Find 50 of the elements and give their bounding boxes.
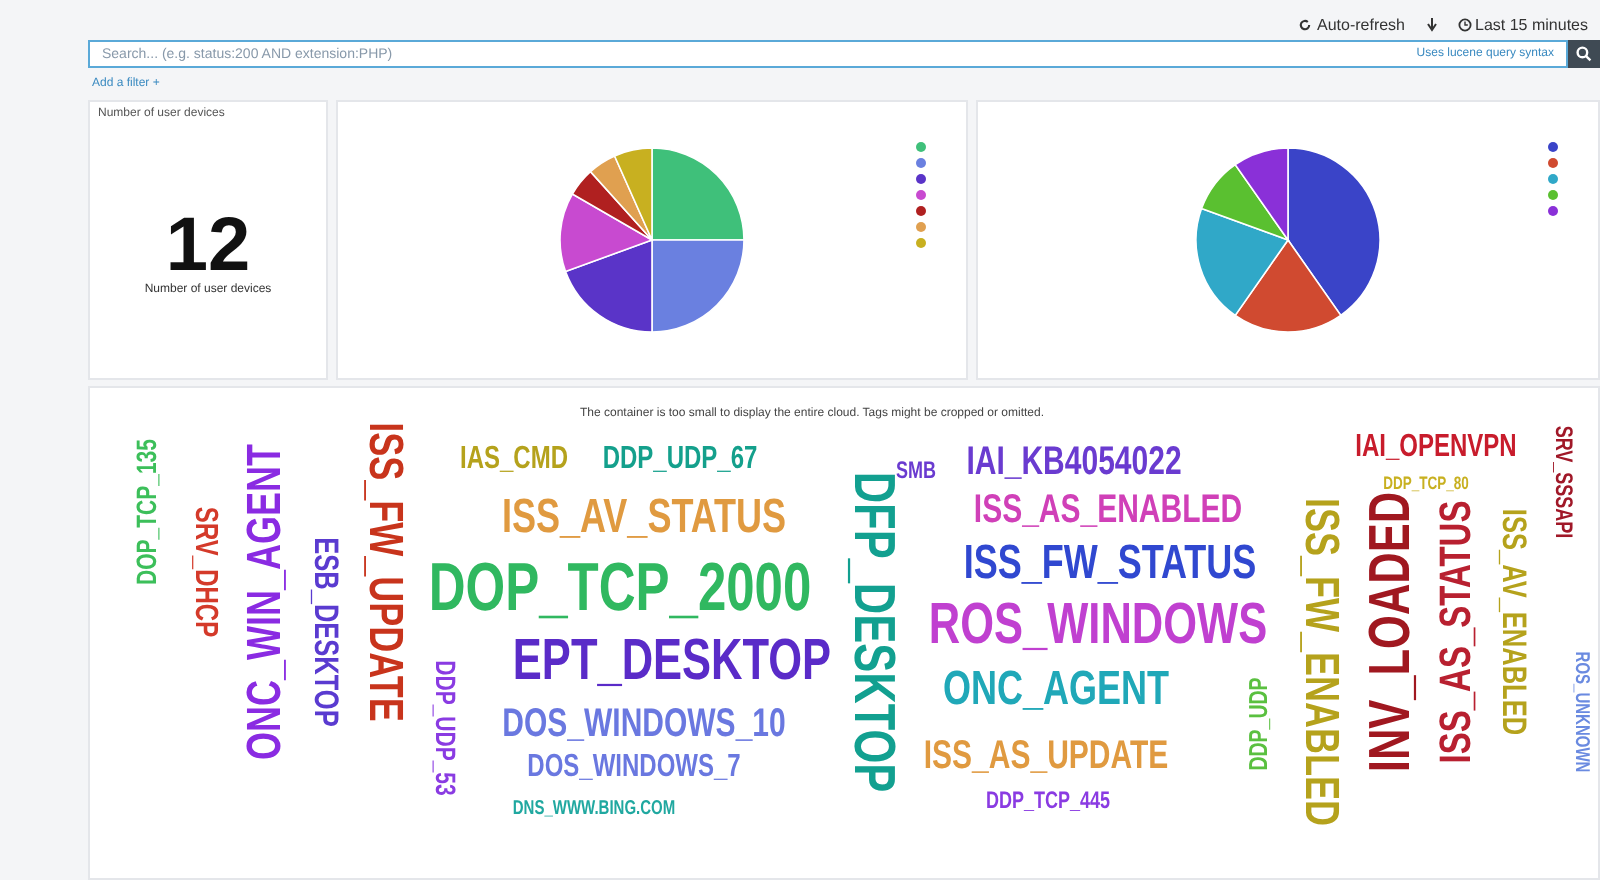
cloud-word: IAI_KB4054022 xyxy=(966,442,1182,482)
search-button[interactable] xyxy=(1568,40,1600,68)
cloud-word: ISS_AS_UPDATE xyxy=(923,736,1169,776)
cloud-word: ROS_WINDOWS xyxy=(928,597,1268,655)
legend-dot xyxy=(916,190,926,200)
cloud-word: SRV_DHCP xyxy=(188,506,220,638)
metric-value: 12 xyxy=(165,208,251,284)
cloud-word: ISS_FW_ENABLED xyxy=(1296,497,1344,827)
legend-dot xyxy=(916,238,926,248)
legend-dot xyxy=(916,158,926,168)
cloud-word: ISS_FW_STATUS xyxy=(963,540,1257,588)
legend-dot xyxy=(916,222,926,232)
legend-dot xyxy=(1548,174,1558,184)
legend-dot xyxy=(1548,158,1558,168)
cloud-word: DOP_TCP_135 xyxy=(132,439,160,585)
cloud-word: IAI_OPENVPN xyxy=(1355,432,1517,464)
time-range-button[interactable]: Last 15 minutes xyxy=(1457,16,1588,34)
refresh-icon xyxy=(1298,18,1313,32)
cloud-word: DDP_UDP_67 xyxy=(602,444,758,476)
legend-dot xyxy=(1548,206,1558,216)
cloud-word: EPT_DESKTOP xyxy=(512,633,832,691)
legend-dot xyxy=(1548,190,1558,200)
cloud-word: ISS_AS_ENABLED xyxy=(973,490,1243,530)
cloud-word: SRV_SSSAPI xyxy=(1552,425,1576,539)
cloud-word: ISS_AS_STATUS xyxy=(1434,500,1478,764)
cloud-word: ONC_WIN_AGENT xyxy=(242,444,290,760)
clock-icon xyxy=(1457,18,1472,32)
legend-dot xyxy=(916,142,926,152)
cloud-word: DNS_WWW.BING.COM xyxy=(512,800,676,820)
search-icon xyxy=(1576,46,1592,62)
legend-dot xyxy=(916,174,926,184)
cloud-word: INV_LOADED xyxy=(1363,491,1421,773)
cloud-word: ISS_FW_UPDATE xyxy=(360,422,408,722)
cloud-word: DDP_TCP_445 xyxy=(985,788,1111,812)
cloud-word: ONC_AGENT xyxy=(943,666,1169,714)
cloud-word: SMB xyxy=(896,458,936,482)
auto-refresh-button[interactable]: Auto-refresh xyxy=(1298,16,1406,34)
cloud-word: ESB_DESKTOP xyxy=(309,537,343,727)
cloud-word: DOP_TCP_2000 xyxy=(428,554,812,622)
cloud-word: ISS_AV_STATUS xyxy=(501,494,787,542)
cloud-word: DOS_WINDOWS_7 xyxy=(527,752,741,784)
cloud-word: DDP_TCP_80 xyxy=(1383,475,1469,493)
cloud-word: DDP_UDP_53 xyxy=(432,660,460,796)
cloud-word: IAS_CMD xyxy=(460,444,568,476)
cloud-word: DOS_WINDOWS_10 xyxy=(502,704,786,744)
cloud-word: ROS_UNKNOWN xyxy=(1570,651,1590,773)
legend-dot xyxy=(1548,142,1558,152)
cloud-word: ISS_AV_ENABLED xyxy=(1497,508,1531,736)
cloud-word: DDP_UDP xyxy=(1245,677,1271,771)
legend-dot xyxy=(916,206,926,216)
